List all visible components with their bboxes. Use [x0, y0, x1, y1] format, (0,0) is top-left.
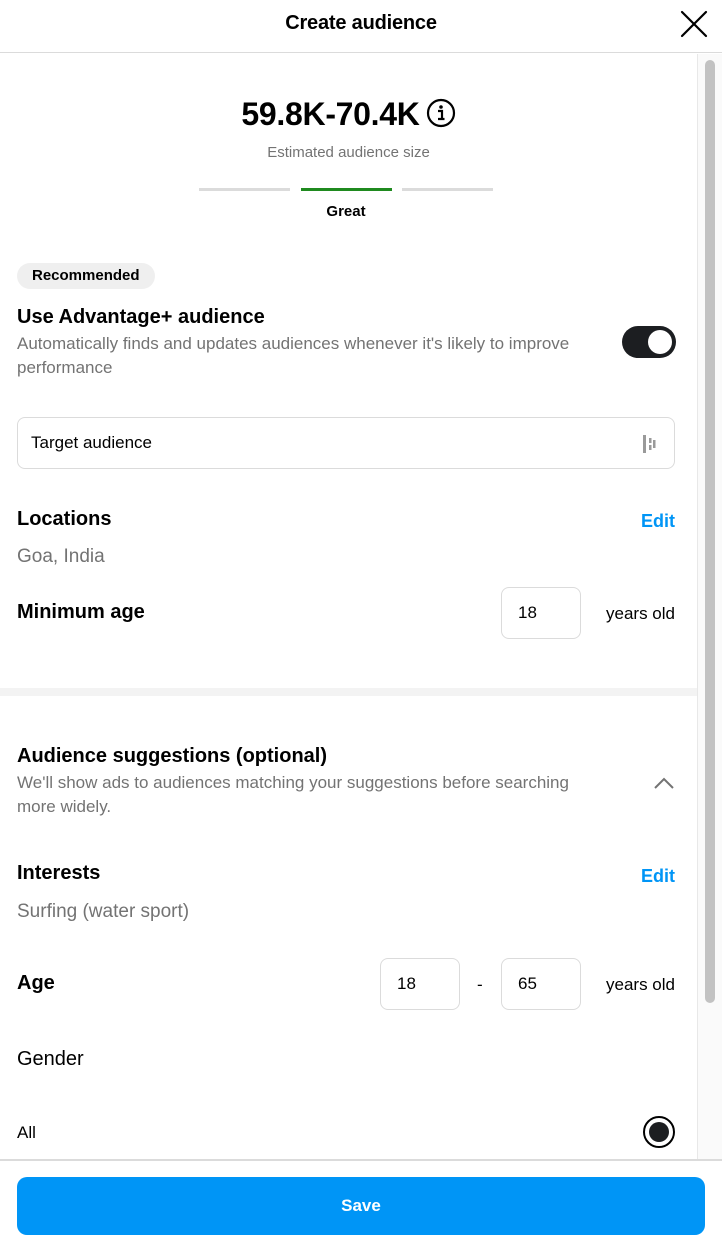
minimum-age-title: Minimum age [17, 601, 145, 623]
audience-meter-label: Great [326, 203, 366, 220]
audience-meter-segment-high [402, 188, 493, 191]
locations-value: Goa, India [17, 546, 105, 567]
audience-bars-icon [643, 435, 656, 453]
close-button[interactable] [680, 10, 708, 38]
age-min-input[interactable] [380, 958, 460, 1010]
info-icon[interactable] [426, 98, 456, 128]
recommended-badge: Recommended [17, 263, 155, 289]
audience-meter-segment-low [199, 188, 290, 191]
target-audience-label: Target audience [31, 433, 152, 452]
section-divider [0, 688, 697, 696]
interests-value: Surfing (water sport) [17, 901, 190, 922]
target-audience-selector[interactable]: Target audience [17, 417, 675, 469]
audience-size-range: 59.8K-70.4K [241, 96, 420, 133]
minimum-age-unit: years old [606, 604, 675, 623]
advantage-audience-toggle[interactable] [622, 326, 676, 358]
interests-edit-link[interactable]: Edit [641, 866, 675, 887]
dialog-title: Create audience [285, 12, 437, 34]
gender-title: Gender [17, 1048, 84, 1070]
chevron-up-icon[interactable] [652, 771, 676, 795]
audience-suggestions-title: Audience suggestions (optional) [17, 745, 328, 767]
advantage-audience-description: Automatically finds and updates audience… [17, 334, 570, 377]
locations-title: Locations [17, 508, 112, 530]
age-range-separator: - [477, 975, 483, 994]
advantage-audience-title: Use Advantage+ audience [17, 306, 265, 328]
close-icon [680, 10, 708, 38]
audience-suggestions-description: We'll show ads to audiences matching you… [17, 773, 569, 816]
dialog-body: 59.8K-70.4K Estimated audience size Grea… [0, 54, 697, 1159]
dialog-header: Create audience [0, 0, 722, 53]
save-button[interactable]: Save [17, 1177, 705, 1235]
estimated-audience-value: 59.8K-70.4K [0, 94, 697, 133]
age-unit: years old [606, 975, 675, 994]
age-title: Age [17, 972, 55, 994]
audience-meter-segment-great [301, 188, 392, 191]
gender-option-all-radio[interactable] [642, 1115, 676, 1149]
interests-title: Interests [17, 862, 101, 884]
age-max-input[interactable] [501, 958, 581, 1010]
minimum-age-input[interactable] [501, 587, 581, 639]
estimated-audience-label: Estimated audience size [267, 144, 430, 161]
dialog-footer: Save [0, 1159, 722, 1246]
scrollbar[interactable] [697, 54, 722, 1159]
locations-edit-link[interactable]: Edit [641, 511, 675, 532]
scrollbar-thumb[interactable] [705, 60, 715, 1003]
gender-option-all-label: All [17, 1123, 36, 1142]
toggle-knob [648, 330, 672, 354]
